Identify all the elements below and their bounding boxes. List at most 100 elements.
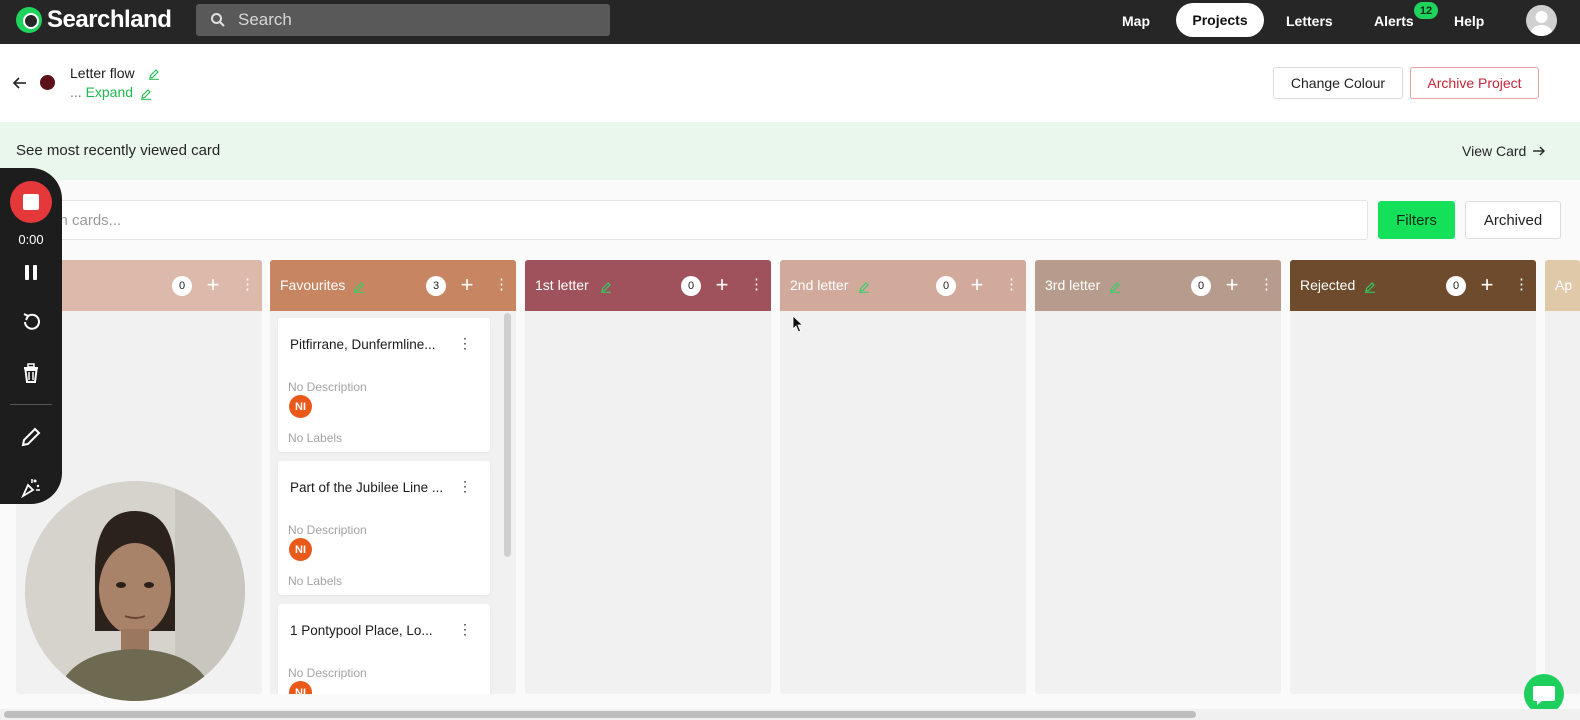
stop-recording-button[interactable]: [10, 181, 52, 223]
column-count-badge: 0: [936, 276, 956, 296]
column-3rd-letter: 3rd letter 0 + ⋮: [1035, 260, 1281, 694]
column-header: Favourites 3 + ⋮: [270, 260, 516, 311]
scrollbar-thumb[interactable]: [4, 711, 1196, 718]
card-more-icon[interactable]: ⋮: [458, 478, 472, 495]
column-more-icon[interactable]: ⋮: [1514, 275, 1529, 297]
card-assignee-avatar: NI: [289, 538, 312, 561]
add-card-icon[interactable]: +: [458, 274, 476, 296]
recording-timer: 0:00: [18, 232, 44, 247]
card[interactable]: 1 Pontypool Place, Lo... ⋮ No Descriptio…: [278, 604, 490, 694]
nav-alerts-link[interactable]: Alerts: [1374, 13, 1414, 29]
view-card-label: View Card: [1462, 143, 1527, 159]
pause-icon[interactable]: [20, 262, 42, 284]
user-avatar[interactable]: [1526, 5, 1557, 36]
column-header: 1st letter 0 + ⋮: [525, 260, 771, 311]
add-card-icon[interactable]: +: [204, 274, 222, 296]
edit-column-pencil-icon[interactable]: [600, 281, 612, 293]
global-search-input[interactable]: Search: [196, 4, 610, 36]
search-icon: [211, 13, 225, 27]
brand-name: Searchland: [47, 6, 172, 33]
webcam-person-image: [25, 481, 245, 701]
edit-title-pencil-icon[interactable]: [148, 68, 160, 80]
brand-logo-icon: [16, 7, 42, 33]
change-colour-button[interactable]: Change Colour: [1273, 67, 1403, 99]
add-card-icon[interactable]: +: [968, 274, 986, 296]
search-placeholder: Search: [238, 10, 292, 29]
edit-column-pencil-icon[interactable]: [353, 281, 365, 293]
card[interactable]: Pitfirrane, Dunfermline... ⋮ No Descript…: [278, 318, 490, 452]
card-labels: No Labels: [288, 431, 343, 445]
mouse-cursor-icon: [792, 315, 804, 333]
column-more-icon[interactable]: ⋮: [1004, 275, 1019, 297]
card-more-icon[interactable]: ⋮: [458, 335, 472, 352]
column-count-badge: 3: [426, 276, 446, 296]
card-title: Part of the Jubilee Line ...: [290, 480, 444, 495]
filters-button[interactable]: Filters: [1378, 201, 1455, 239]
card-title: Pitfirrane, Dunfermline...: [290, 337, 436, 352]
edit-column-pencil-icon[interactable]: [858, 281, 870, 293]
edit-column-pencil-icon[interactable]: [1109, 281, 1121, 293]
column-title: 1st letter: [535, 277, 589, 293]
expand-ellipsis: ...: [70, 84, 82, 100]
column-rejected: Rejected 0 + ⋮: [1290, 260, 1536, 694]
project-title: Letter flow: [70, 65, 135, 81]
column-header: Ap: [1545, 260, 1580, 311]
nav-map-link[interactable]: Map: [1122, 13, 1150, 29]
card-description: No Description: [288, 523, 367, 537]
edit-column-pencil-icon[interactable]: [1364, 281, 1376, 293]
alerts-count-badge: 12: [1414, 2, 1438, 19]
search-cards-input[interactable]: rch cards...: [16, 200, 1368, 240]
effects-icon[interactable]: [20, 476, 42, 498]
column-title: Ap: [1555, 277, 1573, 293]
edit-description-pencil-icon[interactable]: [140, 88, 152, 100]
card-assignee-avatar: NI: [289, 681, 312, 694]
column-1st-letter: 1st letter 0 + ⋮: [525, 260, 771, 694]
column-more-icon[interactable]: ⋮: [1259, 275, 1274, 297]
column-more-icon[interactable]: ⋮: [240, 275, 255, 297]
card[interactable]: Part of the Jubilee Line ... ⋮ No Descri…: [278, 461, 490, 595]
card-description: No Description: [288, 380, 367, 394]
column-title: Favourites: [280, 277, 346, 293]
column-count-badge: 0: [172, 276, 192, 296]
toolbar-divider: [10, 404, 52, 405]
brand-logo[interactable]: Searchland: [16, 6, 172, 34]
project-header: Letter flow ... Expand Change Colour Arc…: [0, 44, 1580, 122]
add-card-icon[interactable]: +: [713, 274, 731, 296]
screen-recorder-toolbar: 0:00: [0, 168, 62, 504]
expand-description[interactable]: ... Expand: [70, 84, 133, 100]
restart-icon[interactable]: [20, 311, 42, 333]
nav-projects-link[interactable]: Projects: [1176, 3, 1264, 37]
back-arrow-icon[interactable]: [12, 75, 28, 91]
card-more-icon[interactable]: ⋮: [458, 621, 472, 638]
webcam-bubble[interactable]: [25, 481, 245, 701]
column-more-icon[interactable]: ⋮: [494, 275, 509, 297]
archive-project-button[interactable]: Archive Project: [1410, 67, 1539, 99]
nav-letters-link[interactable]: Letters: [1286, 13, 1333, 29]
add-card-icon[interactable]: +: [1478, 274, 1496, 296]
expand-link[interactable]: Expand: [86, 84, 133, 100]
view-card-link[interactable]: View Card: [1462, 143, 1546, 159]
column-favourites: Favourites 3 + ⋮ Pitfirrane, Dunfermline…: [270, 260, 516, 694]
column-count-badge: 0: [681, 276, 701, 296]
trash-icon[interactable]: [20, 362, 42, 384]
column-count-badge: 0: [1191, 276, 1211, 296]
card-assignee-avatar: NI: [289, 395, 312, 418]
recently-viewed-text: See most recently viewed card: [16, 142, 221, 159]
add-card-icon[interactable]: +: [1223, 274, 1241, 296]
card-title: 1 Pontypool Place, Lo...: [290, 623, 433, 638]
draw-pencil-icon[interactable]: [20, 426, 42, 448]
archived-button[interactable]: Archived: [1465, 201, 1561, 239]
board-horizontal-scrollbar[interactable]: [0, 709, 1580, 720]
arrow-right-icon: [1533, 146, 1546, 156]
nav-help-link[interactable]: Help: [1454, 13, 1484, 29]
user-icon: [1530, 11, 1553, 36]
recently-viewed-banner: See most recently viewed card View Card: [0, 122, 1580, 180]
column-scrollbar[interactable]: [504, 313, 511, 557]
column-header: 3rd letter 0 + ⋮: [1035, 260, 1281, 311]
chat-support-button[interactable]: [1524, 674, 1564, 714]
column-header: 2nd letter 0 + ⋮: [780, 260, 1026, 311]
chat-icon: [1533, 686, 1555, 705]
top-navbar: Searchland Search Map Projects Letters A…: [0, 0, 1580, 44]
column-2nd-letter: 2nd letter 0 + ⋮: [780, 260, 1026, 694]
column-more-icon[interactable]: ⋮: [749, 275, 764, 297]
